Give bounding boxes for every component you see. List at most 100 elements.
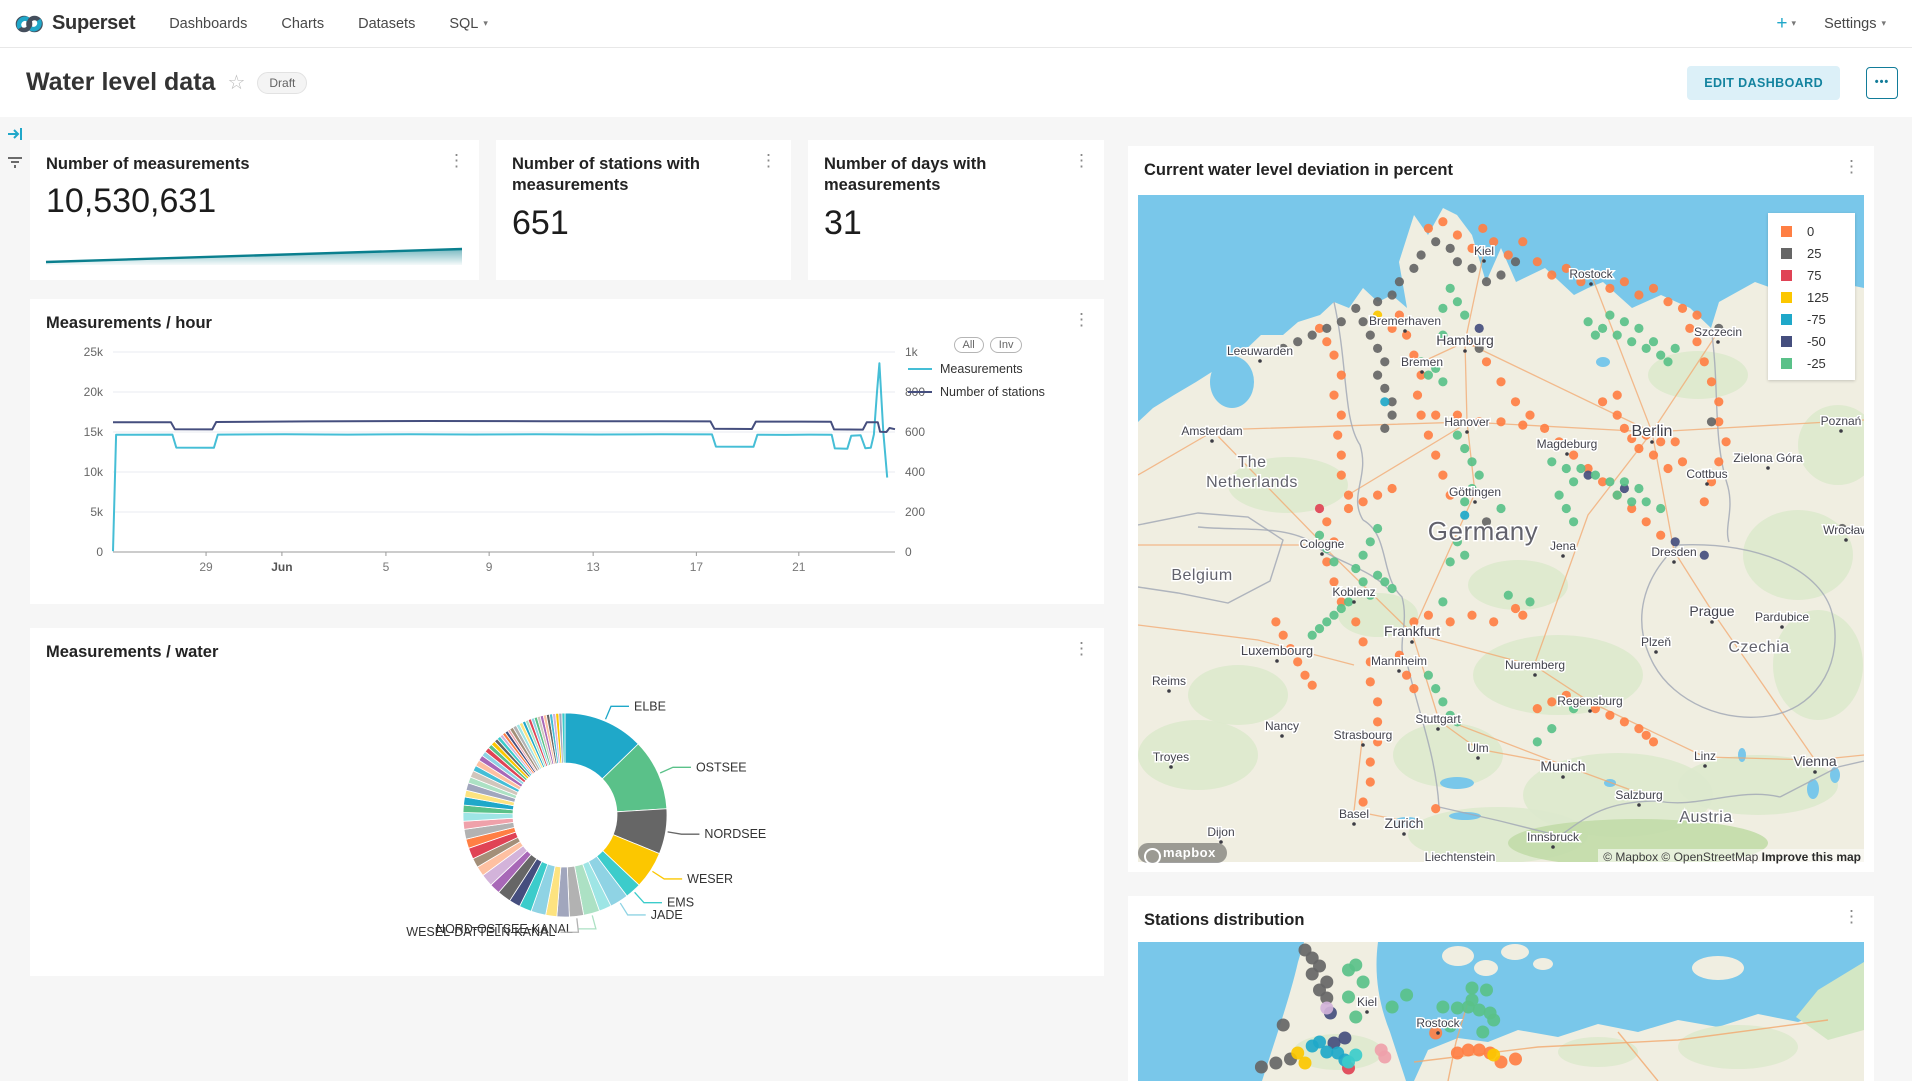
svg-text:Zurich: Zurich <box>1385 815 1424 831</box>
nav-sql-label: SQL <box>449 16 478 32</box>
svg-text:Wrocław: Wrocław <box>1823 523 1864 537</box>
svg-text:Mannheim: Mannheim <box>1371 654 1427 668</box>
svg-text:Reims: Reims <box>1152 674 1186 688</box>
svg-text:Stuttgart: Stuttgart <box>1415 712 1461 726</box>
navbar: Superset Dashboards Charts Datasets SQL … <box>0 0 1912 48</box>
legend-value-label: 25 <box>1807 246 1841 261</box>
svg-text:Prague: Prague <box>1689 603 1734 619</box>
chart-menu-icon[interactable]: ⋮ <box>1843 908 1860 925</box>
svg-text:The: The <box>1237 454 1266 471</box>
svg-text:Frankfurt: Frankfurt <box>1384 623 1440 639</box>
chart-menu-icon[interactable]: ⋮ <box>1843 158 1860 175</box>
map-legend-item[interactable]: -25 <box>1781 356 1841 371</box>
filter-icon[interactable] <box>6 153 24 176</box>
map-legend-item[interactable]: 25 <box>1781 246 1841 261</box>
series-swatch <box>908 368 932 370</box>
svg-text:Kiel: Kiel <box>1357 995 1377 1009</box>
legend-inv-button[interactable]: Inv <box>990 337 1023 353</box>
chart-menu-icon[interactable]: ⋮ <box>1073 152 1090 169</box>
svg-text:ELBE: ELBE <box>634 699 666 713</box>
legend-all-button[interactable]: All <box>954 337 984 353</box>
svg-text:13: 13 <box>586 560 600 574</box>
svg-text:20k: 20k <box>84 385 104 399</box>
svg-text:Dresden: Dresden <box>1651 545 1696 559</box>
nav-charts[interactable]: Charts <box>281 16 324 32</box>
svg-text:Vienna: Vienna <box>1793 753 1837 769</box>
measurements-sparkline <box>44 244 464 266</box>
legend-value-label: -75 <box>1807 312 1841 327</box>
svg-text:Cologne: Cologne <box>1300 537 1345 551</box>
edit-dashboard-button[interactable]: EDIT DASHBOARD <box>1687 66 1840 100</box>
svg-text:Jun: Jun <box>271 560 292 574</box>
legend-value-label: -25 <box>1807 356 1841 371</box>
nav-sql[interactable]: SQL ▾ <box>449 16 488 32</box>
svg-text:5k: 5k <box>90 505 104 519</box>
legend-item-stations[interactable]: Number of stations <box>908 385 1068 399</box>
map-legend-item[interactable]: 125 <box>1781 290 1841 305</box>
chart-menu-icon[interactable]: ⋮ <box>760 152 777 169</box>
stations-map-panel: Stations distribution ⋮ Kiel Rostock <box>1128 896 1874 1081</box>
svg-text:Koblenz: Koblenz <box>1332 585 1375 599</box>
water-donut-chart: ELBEOSTSEENORDSEEWESEREMSJADENORD-OSTSEE… <box>30 628 1104 976</box>
settings-label: Settings <box>1824 16 1876 32</box>
measurements-hour-panel: Measurements / hour ⋮ 25k1k20k80015k6001… <box>30 299 1104 604</box>
chart-menu-icon[interactable]: ⋮ <box>448 152 465 169</box>
chart-title: Stations distribution <box>1144 910 1834 931</box>
legend-value-label: -50 <box>1807 334 1841 349</box>
svg-text:WESEL-DATTELN-KANAL: WESEL-DATTELN-KANAL <box>406 925 555 939</box>
settings-menu[interactable]: Settings ▾ <box>1824 16 1886 32</box>
legend-color-swatch <box>1781 314 1792 325</box>
legend-color-swatch <box>1781 226 1792 237</box>
improve-map-link[interactable]: Improve this map <box>1762 850 1861 864</box>
mapbox-logo[interactable]: mapbox <box>1138 843 1227 863</box>
legend-item-measurements[interactable]: Measurements <box>908 362 1068 376</box>
svg-text:Rostock: Rostock <box>1416 1016 1460 1030</box>
svg-text:Cottbus: Cottbus <box>1686 467 1727 481</box>
svg-text:Zielona Góra: Zielona Góra <box>1733 451 1803 465</box>
filter-rail <box>0 117 30 1081</box>
deviation-map[interactable]: LeeuwardenAmsterdamBremerhavenHamburgKie… <box>1138 195 1864 862</box>
map-legend-item[interactable]: -50 <box>1781 334 1841 349</box>
svg-text:Plzeň: Plzeň <box>1641 635 1671 649</box>
svg-text:Dijon: Dijon <box>1207 825 1234 839</box>
nav-dashboards[interactable]: Dashboards <box>169 16 247 32</box>
superset-logo[interactable]: Superset <box>14 10 135 38</box>
svg-text:Pardubice: Pardubice <box>1755 610 1809 624</box>
nav-datasets[interactable]: Datasets <box>358 16 415 32</box>
kpi-title: Number of measurements <box>46 154 439 175</box>
legend-color-swatch <box>1781 248 1792 259</box>
svg-text:Berlin: Berlin <box>1632 423 1673 440</box>
svg-text:Poznań: Poznań <box>1821 414 1862 428</box>
navbar-right: + ▾ Settings ▾ <box>1776 13 1886 35</box>
svg-text:9: 9 <box>486 560 493 574</box>
svg-text:Innsbruck: Innsbruck <box>1527 830 1580 844</box>
svg-text:Munich: Munich <box>1540 758 1585 774</box>
map-legend-item[interactable]: -75 <box>1781 312 1841 327</box>
svg-text:NORDSEE: NORDSEE <box>704 827 766 841</box>
chevron-down-icon: ▾ <box>483 18 488 29</box>
svg-text:Austria: Austria <box>1679 809 1732 826</box>
svg-text:Germany: Germany <box>1428 516 1538 546</box>
svg-text:Nancy: Nancy <box>1265 719 1299 733</box>
map-legend-item[interactable]: 75 <box>1781 268 1841 283</box>
expand-filter-bar-icon[interactable] <box>6 125 24 148</box>
svg-text:Netherlands: Netherlands <box>1206 474 1298 491</box>
legend-value-label: 125 <box>1807 290 1841 305</box>
plus-icon: + <box>1776 13 1787 35</box>
map-legend-item[interactable]: 0 <box>1781 224 1841 239</box>
brand-name: Superset <box>52 12 135 35</box>
svg-text:Luxembourg: Luxembourg <box>1241 643 1313 658</box>
chart-title: Current water level deviation in percent <box>1144 160 1834 181</box>
svg-text:Ulm: Ulm <box>1467 741 1488 755</box>
favorite-star-icon[interactable]: ☆ <box>227 70 245 95</box>
svg-text:Liechtenstein: Liechtenstein <box>1425 850 1496 862</box>
svg-text:5: 5 <box>383 560 390 574</box>
kpi-title: Number of days with measurements <box>824 154 1064 195</box>
add-new-menu[interactable]: + ▾ <box>1776 13 1796 35</box>
svg-text:600: 600 <box>905 425 925 439</box>
more-options-button[interactable]: ••• <box>1866 67 1898 99</box>
stations-map[interactable]: Kiel Rostock <box>1138 942 1864 1081</box>
svg-text:10k: 10k <box>84 465 104 479</box>
page-title: Water level data <box>26 68 215 97</box>
svg-text:Rostock: Rostock <box>1569 267 1613 281</box>
